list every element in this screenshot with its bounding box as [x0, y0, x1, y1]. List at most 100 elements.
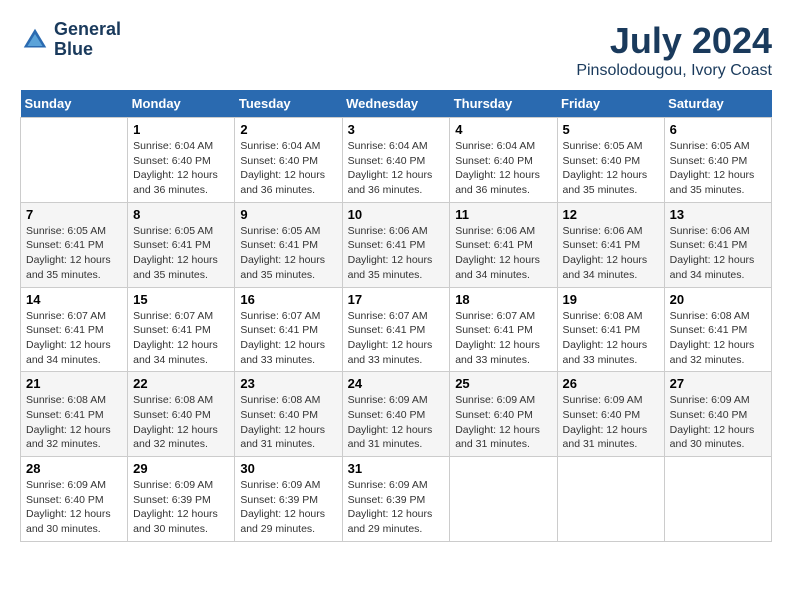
calendar-cell: 9 Sunrise: 6:05 AM Sunset: 6:41 PM Daylig…	[235, 202, 342, 287]
calendar-cell: 20 Sunrise: 6:08 AM Sunset: 6:41 PM Dayli…	[664, 287, 771, 372]
day-info: Sunrise: 6:09 AM Sunset: 6:40 PM Dayligh…	[455, 393, 551, 452]
calendar-cell: 11 Sunrise: 6:06 AM Sunset: 6:41 PM Dayli…	[450, 202, 557, 287]
calendar-cell: 28 Sunrise: 6:09 AM Sunset: 6:40 PM Dayli…	[21, 457, 128, 542]
day-number: 7	[26, 207, 122, 222]
location-title: Pinsolodougou, Ivory Coast	[576, 62, 772, 80]
calendar-cell: 23Sunrise: 6:08 AM Sunset: 6:40 PM Dayli…	[235, 372, 342, 457]
calendar-cell: 17Sunrise: 6:07 AM Sunset: 6:41 PM Dayli…	[342, 287, 450, 372]
calendar-cell: 7 Sunrise: 6:05 AM Sunset: 6:41 PM Daylig…	[21, 202, 128, 287]
calendar-cell: 2 Sunrise: 6:04 AM Sunset: 6:40 PM Daylig…	[235, 118, 342, 203]
day-number: 19	[563, 292, 659, 307]
day-number: 28	[26, 461, 122, 476]
calendar-cell: 15 Sunrise: 6:07 AM Sunset: 6:41 PM Dayli…	[128, 287, 235, 372]
calendar-header: SundayMondayTuesdayWednesdayThursdayFrid…	[21, 90, 772, 118]
calendar-cell	[557, 457, 664, 542]
day-info: Sunrise: 6:09 AM Sunset: 6:39 PM Dayligh…	[348, 478, 445, 537]
day-info: Sunrise: 6:05 AM Sunset: 6:41 PM Dayligh…	[240, 224, 336, 283]
calendar-table: SundayMondayTuesdayWednesdayThursdayFrid…	[20, 90, 772, 542]
day-info: Sunrise: 6:07 AM Sunset: 6:41 PM Dayligh…	[348, 309, 445, 368]
day-number: 24	[348, 376, 445, 391]
calendar-cell: 3Sunrise: 6:04 AM Sunset: 6:40 PM Daylig…	[342, 118, 450, 203]
day-number: 16	[240, 292, 336, 307]
day-info: Sunrise: 6:05 AM Sunset: 6:40 PM Dayligh…	[563, 139, 659, 198]
calendar-cell: 18 Sunrise: 6:07 AM Sunset: 6:41 PM Dayli…	[450, 287, 557, 372]
logo-text: General Blue	[54, 20, 121, 60]
calendar-week-row: 7 Sunrise: 6:05 AM Sunset: 6:41 PM Daylig…	[21, 202, 772, 287]
calendar-cell: 13Sunrise: 6:06 AM Sunset: 6:41 PM Dayli…	[664, 202, 771, 287]
calendar-cell: 16Sunrise: 6:07 AM Sunset: 6:41 PM Dayli…	[235, 287, 342, 372]
calendar-cell: 24Sunrise: 6:09 AM Sunset: 6:40 PM Dayli…	[342, 372, 450, 457]
day-number: 29	[133, 461, 229, 476]
calendar-cell: 25 Sunrise: 6:09 AM Sunset: 6:40 PM Dayli…	[450, 372, 557, 457]
day-info: Sunrise: 6:07 AM Sunset: 6:41 PM Dayligh…	[26, 309, 122, 368]
day-number: 21	[26, 376, 122, 391]
calendar-cell: 10 Sunrise: 6:06 AM Sunset: 6:41 PM Dayli…	[342, 202, 450, 287]
page-header: General Blue July 2024 Pinsolodougou, Iv…	[20, 20, 772, 80]
title-block: July 2024 Pinsolodougou, Ivory Coast	[576, 20, 772, 80]
calendar-cell: 30 Sunrise: 6:09 AM Sunset: 6:39 PM Dayli…	[235, 457, 342, 542]
calendar-cell: 1Sunrise: 6:04 AM Sunset: 6:40 PM Daylig…	[128, 118, 235, 203]
calendar-cell: 29Sunrise: 6:09 AM Sunset: 6:39 PM Dayli…	[128, 457, 235, 542]
day-number: 23	[240, 376, 336, 391]
day-info: Sunrise: 6:09 AM Sunset: 6:40 PM Dayligh…	[26, 478, 122, 537]
calendar-cell: 22 Sunrise: 6:08 AM Sunset: 6:40 PM Dayli…	[128, 372, 235, 457]
day-number: 3	[348, 122, 445, 137]
day-info: Sunrise: 6:09 AM Sunset: 6:40 PM Dayligh…	[670, 393, 766, 452]
calendar-cell	[450, 457, 557, 542]
day-info: Sunrise: 6:07 AM Sunset: 6:41 PM Dayligh…	[455, 309, 551, 368]
calendar-cell: 19Sunrise: 6:08 AM Sunset: 6:41 PM Dayli…	[557, 287, 664, 372]
day-number: 1	[133, 122, 229, 137]
day-number: 27	[670, 376, 766, 391]
day-number: 6	[670, 122, 766, 137]
calendar-cell: 27 Sunrise: 6:09 AM Sunset: 6:40 PM Dayli…	[664, 372, 771, 457]
day-info: Sunrise: 6:08 AM Sunset: 6:41 PM Dayligh…	[26, 393, 122, 452]
day-number: 9	[240, 207, 336, 222]
day-number: 30	[240, 461, 336, 476]
day-number: 22	[133, 376, 229, 391]
calendar-week-row: 21 Sunrise: 6:08 AM Sunset: 6:41 PM Dayli…	[21, 372, 772, 457]
day-info: Sunrise: 6:06 AM Sunset: 6:41 PM Dayligh…	[455, 224, 551, 283]
day-info: Sunrise: 6:04 AM Sunset: 6:40 PM Dayligh…	[240, 139, 336, 198]
calendar-cell: 26Sunrise: 6:09 AM Sunset: 6:40 PM Dayli…	[557, 372, 664, 457]
calendar-cell: 5 Sunrise: 6:05 AM Sunset: 6:40 PM Daylig…	[557, 118, 664, 203]
day-number: 2	[240, 122, 336, 137]
day-info: Sunrise: 6:05 AM Sunset: 6:40 PM Dayligh…	[670, 139, 766, 198]
day-number: 14	[26, 292, 122, 307]
calendar-cell: 12Sunrise: 6:06 AM Sunset: 6:41 PM Dayli…	[557, 202, 664, 287]
day-number: 31	[348, 461, 445, 476]
weekday-header: Sunday	[21, 90, 128, 118]
day-number: 15	[133, 292, 229, 307]
calendar-cell	[664, 457, 771, 542]
day-info: Sunrise: 6:07 AM Sunset: 6:41 PM Dayligh…	[133, 309, 229, 368]
calendar-cell: 14 Sunrise: 6:07 AM Sunset: 6:41 PM Dayli…	[21, 287, 128, 372]
logo-icon	[20, 25, 50, 55]
weekday-header: Friday	[557, 90, 664, 118]
day-info: Sunrise: 6:08 AM Sunset: 6:41 PM Dayligh…	[670, 309, 766, 368]
logo: General Blue	[20, 20, 121, 60]
day-number: 18	[455, 292, 551, 307]
calendar-body: 1 Sunrise: 6:04 AM Sunset: 6:40 PM Daylig…	[21, 118, 772, 542]
day-number: 10	[348, 207, 445, 222]
day-number: 20	[670, 292, 766, 307]
day-info: Sunrise: 6:05 AM Sunset: 6:41 PM Dayligh…	[26, 224, 122, 283]
month-title: July 2024	[576, 20, 772, 62]
day-info: Sunrise: 6:09 AM Sunset: 6:39 PM Dayligh…	[240, 478, 336, 537]
weekday-header: Wednesday	[342, 90, 450, 118]
day-info: Sunrise: 6:04 AM Sunset: 6:40 PM Dayligh…	[455, 139, 551, 198]
day-number: 5	[563, 122, 659, 137]
calendar-cell: 8Sunrise: 6:05 AM Sunset: 6:41 PM Daylig…	[128, 202, 235, 287]
day-number: 4	[455, 122, 551, 137]
calendar-week-row: 14 Sunrise: 6:07 AM Sunset: 6:41 PM Dayli…	[21, 287, 772, 372]
day-info: Sunrise: 6:05 AM Sunset: 6:41 PM Dayligh…	[133, 224, 229, 283]
day-info: Sunrise: 6:06 AM Sunset: 6:41 PM Dayligh…	[563, 224, 659, 283]
day-number: 11	[455, 207, 551, 222]
weekday-header: Tuesday	[235, 90, 342, 118]
day-info: Sunrise: 6:06 AM Sunset: 6:41 PM Dayligh…	[348, 224, 445, 283]
calendar-cell: 6 Sunrise: 6:05 AM Sunset: 6:40 PM Daylig…	[664, 118, 771, 203]
calendar-week-row: 28 Sunrise: 6:09 AM Sunset: 6:40 PM Dayli…	[21, 457, 772, 542]
day-number: 25	[455, 376, 551, 391]
day-info: Sunrise: 6:08 AM Sunset: 6:40 PM Dayligh…	[133, 393, 229, 452]
calendar-cell	[21, 118, 128, 203]
weekday-header: Thursday	[450, 90, 557, 118]
day-info: Sunrise: 6:09 AM Sunset: 6:40 PM Dayligh…	[563, 393, 659, 452]
